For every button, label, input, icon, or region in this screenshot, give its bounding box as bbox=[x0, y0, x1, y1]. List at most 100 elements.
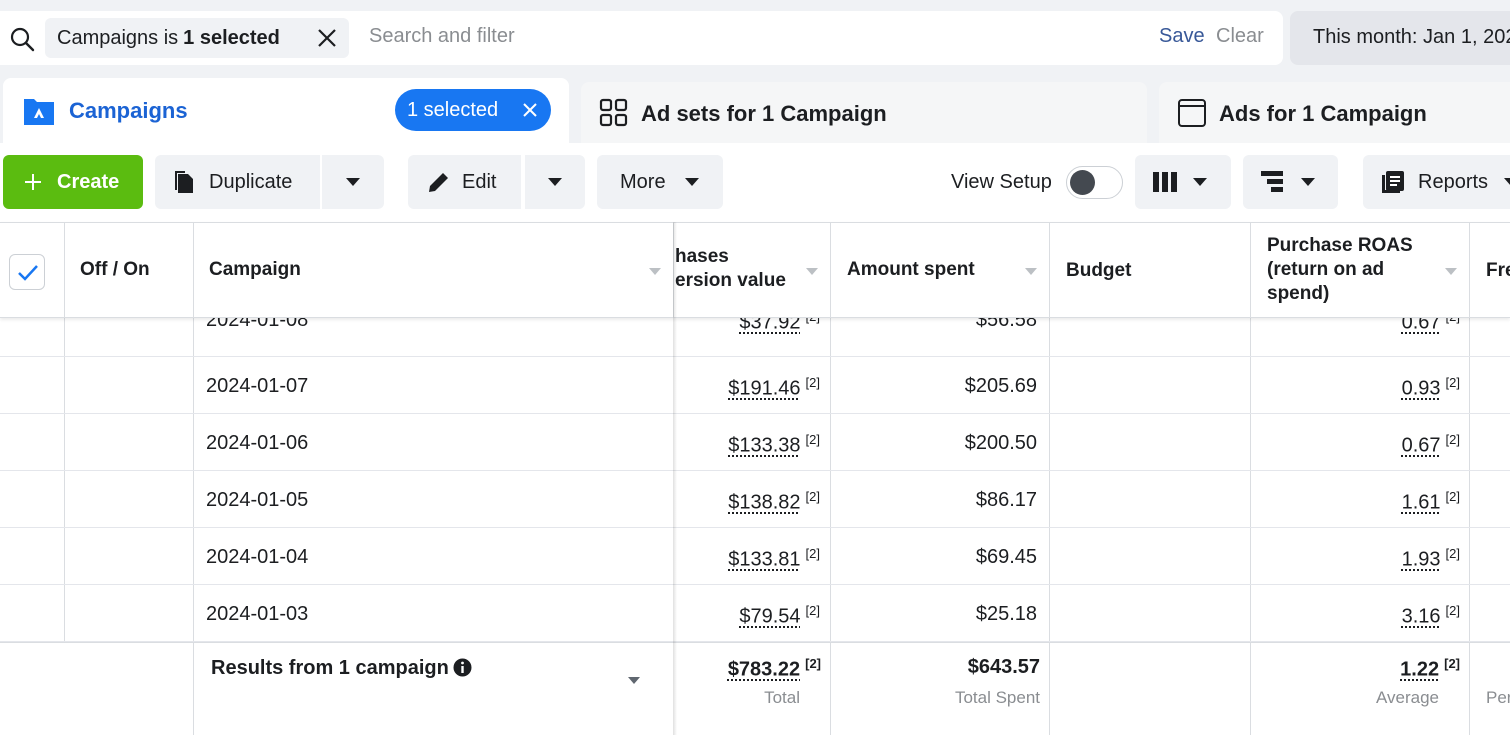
table-row[interactable]: 2024-01-06 $133.38 [2] $200.50 0.67 [2] bbox=[0, 414, 1510, 471]
footnote-marker: [2] bbox=[805, 603, 820, 618]
column-header-purchases-value[interactable]: hases ersion value bbox=[675, 245, 786, 340]
campaigns-table: Off / On Campaign hases ersion value Amo… bbox=[0, 222, 1510, 735]
duplicate-dropdown-button[interactable] bbox=[322, 155, 384, 209]
search-input[interactable]: Search and filter bbox=[369, 25, 515, 48]
sort-icon[interactable] bbox=[806, 268, 818, 275]
breakdown-icon bbox=[1261, 171, 1283, 192]
tab-ad-sets-label: Ad sets for 1 Campaign bbox=[641, 101, 887, 126]
footnote-marker: [2] bbox=[1445, 546, 1460, 561]
row-date: 2024-01-03 bbox=[206, 603, 309, 625]
save-filter-link[interactable]: Save bbox=[1159, 25, 1205, 48]
row-purchases-value[interactable]: $79.54 bbox=[739, 606, 800, 628]
footnote-marker: [2] bbox=[1445, 432, 1460, 447]
summary-roas-label: Average bbox=[1375, 688, 1439, 707]
columns-button[interactable] bbox=[1135, 155, 1231, 209]
row-amount-spent: $200.50 bbox=[964, 432, 1037, 454]
table-row[interactable]: 2024-01-03 $79.54 [2] $25.18 3.16 [2] bbox=[0, 585, 1510, 642]
chevron-down-icon[interactable] bbox=[628, 677, 640, 684]
column-divider bbox=[1469, 643, 1470, 735]
column-divider bbox=[193, 223, 194, 318]
summary-spent-label: Total Spent bbox=[954, 688, 1040, 707]
table-row[interactable]: 2024-01-04 $133.81 [2] $69.45 1.93 [2] bbox=[0, 528, 1510, 585]
info-icon[interactable] bbox=[453, 658, 472, 677]
view-setup-toggle[interactable] bbox=[1066, 166, 1123, 199]
create-button[interactable]: Create bbox=[3, 155, 143, 209]
search-filter-bar: Campaigns is 1 selected Search and filte… bbox=[0, 11, 1283, 65]
close-icon[interactable] bbox=[521, 101, 539, 119]
footnote-marker: [2] bbox=[1445, 489, 1460, 504]
row-date: 2024-01-05 bbox=[206, 489, 309, 511]
column-divider bbox=[64, 223, 65, 318]
selected-pill-label: 1 selected bbox=[407, 99, 499, 121]
row-roas[interactable]: 3.16 bbox=[1402, 606, 1441, 628]
footnote-marker: [2] bbox=[805, 656, 821, 671]
date-range-button[interactable]: This month: Jan 1, 2024 bbox=[1290, 11, 1510, 65]
tab-campaigns[interactable]: Campaigns 1 selected bbox=[3, 78, 569, 148]
duplicate-button[interactable]: Duplicate bbox=[155, 155, 320, 209]
create-button-label: Create bbox=[57, 170, 120, 193]
column-divider bbox=[1250, 223, 1251, 318]
columns-icon bbox=[1153, 172, 1177, 192]
table-row[interactable]: 2024-01-05 $138.82 [2] $86.17 1.61 [2] bbox=[0, 471, 1510, 528]
search-icon[interactable] bbox=[8, 25, 36, 53]
filter-chip-campaigns[interactable]: Campaigns is 1 selected bbox=[45, 18, 349, 58]
column-header-budget[interactable]: Budget bbox=[1066, 259, 1131, 354]
column-header-line: hases bbox=[675, 246, 729, 267]
column-header-line: spend) bbox=[1267, 283, 1330, 304]
chevron-down-icon bbox=[1301, 178, 1315, 186]
chevron-down-icon bbox=[1193, 178, 1207, 186]
table-header: Off / On Campaign hases ersion value Amo… bbox=[0, 222, 1510, 318]
table-row[interactable]: 2024-01-07 $191.46 [2] $205.69 0.93 [2] bbox=[0, 357, 1510, 414]
column-header-amount-spent[interactable]: Amount spent bbox=[847, 258, 975, 353]
summary-roas[interactable]: 1.22 bbox=[1400, 659, 1439, 681]
close-icon[interactable] bbox=[315, 26, 339, 50]
chevron-down-icon bbox=[1504, 178, 1510, 186]
column-header-line: Purchase ROAS bbox=[1267, 235, 1413, 256]
filter-chip-label: Campaigns is bbox=[57, 26, 179, 49]
duplicate-icon bbox=[175, 171, 193, 193]
chevron-down-icon bbox=[346, 178, 360, 186]
campaign-flag-icon bbox=[24, 99, 54, 125]
row-roas[interactable]: 0.67 bbox=[1402, 435, 1441, 457]
view-setup-label: View Setup bbox=[951, 171, 1052, 193]
selected-pill[interactable]: 1 selected bbox=[395, 89, 551, 131]
tab-ads[interactable]: Ads for 1 Campaign bbox=[1159, 82, 1510, 152]
row-roas[interactable]: 1.61 bbox=[1402, 492, 1441, 514]
clear-filter-link[interactable]: Clear bbox=[1216, 25, 1264, 48]
column-header-off-on[interactable]: Off / On bbox=[80, 258, 150, 353]
column-divider bbox=[830, 223, 831, 318]
row-roas[interactable]: 0.93 bbox=[1402, 378, 1441, 400]
edit-button[interactable]: Edit bbox=[408, 155, 521, 209]
tab-ads-label: Ads for 1 Campaign bbox=[1219, 101, 1427, 126]
footnote-marker: [2] bbox=[1445, 375, 1460, 390]
row-purchases-value[interactable]: $191.46 bbox=[728, 378, 800, 400]
plus-icon bbox=[25, 174, 41, 190]
row-purchases-value[interactable]: $133.81 bbox=[728, 549, 800, 571]
sort-icon[interactable] bbox=[1025, 268, 1037, 275]
duplicate-button-label: Duplicate bbox=[209, 170, 293, 193]
tab-ad-sets[interactable]: Ad sets for 1 Campaign bbox=[581, 82, 1147, 152]
more-button[interactable]: More bbox=[597, 155, 723, 209]
sort-icon[interactable] bbox=[1445, 268, 1457, 275]
column-header-frequency[interactable]: Fre bbox=[1486, 259, 1510, 354]
breakdown-button[interactable] bbox=[1243, 155, 1338, 209]
row-purchases-value[interactable]: $138.82 bbox=[728, 492, 800, 514]
footnote-marker: [2] bbox=[1444, 656, 1460, 671]
row-roas[interactable]: 1.93 bbox=[1402, 549, 1441, 571]
column-header-line: (return on ad bbox=[1267, 259, 1385, 280]
column-header-campaign[interactable]: Campaign bbox=[209, 258, 301, 353]
ads-manager-screen: Campaigns is 1 selected Search and filte… bbox=[0, 0, 1510, 735]
edit-dropdown-button[interactable] bbox=[525, 155, 585, 209]
row-purchases-value[interactable]: $133.38 bbox=[728, 435, 800, 457]
column-header-purchase-roas[interactable]: Purchase ROAS (return on ad spend) bbox=[1267, 234, 1413, 329]
toolbar: Create Duplicate Edit More View Setup Re… bbox=[0, 143, 1510, 222]
reports-button[interactable]: Reports bbox=[1363, 155, 1510, 209]
column-divider bbox=[193, 643, 194, 735]
sort-icon[interactable] bbox=[649, 268, 661, 275]
column-divider bbox=[1049, 643, 1050, 735]
summary-purchases-value[interactable]: $783.22 bbox=[728, 659, 800, 681]
footnote-marker: [2] bbox=[805, 375, 820, 390]
footnote-marker: [2] bbox=[805, 489, 820, 504]
select-all-checkbox[interactable] bbox=[9, 254, 45, 290]
row-date: 2024-01-06 bbox=[206, 432, 309, 454]
